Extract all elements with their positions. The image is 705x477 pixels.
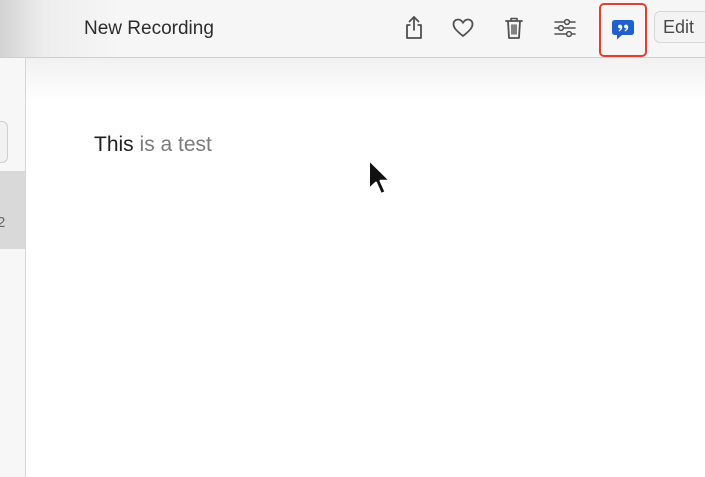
toolbar: New Recording Edit [0, 0, 705, 58]
transcript-button[interactable] [599, 3, 647, 57]
transcript-text[interactable]: This is a test [94, 133, 212, 157]
transcript-spoken-text: This [94, 133, 134, 156]
transcript-pending-text: is a test [133, 133, 212, 156]
sidebar-selected-recording[interactable] [0, 171, 25, 249]
recording-title[interactable]: New Recording [84, 18, 214, 40]
quote-bubble-icon [611, 18, 635, 42]
recordings-sidebar: de 2 [0, 0, 26, 477]
share-button[interactable] [396, 10, 432, 46]
delete-button[interactable] [496, 10, 532, 46]
sidebar-search-field[interactable] [0, 121, 8, 163]
edit-button[interactable]: Edit [654, 11, 705, 43]
trash-icon [504, 16, 524, 40]
content-top-shade [26, 58, 705, 102]
sidebar-item-text: 2 [0, 214, 6, 231]
options-button[interactable] [547, 10, 583, 46]
heart-icon [452, 18, 474, 38]
sliders-icon [554, 18, 576, 38]
share-icon [403, 15, 425, 41]
mouse-pointer-icon [366, 158, 394, 205]
voice-memos-window: de 2 New Recording [0, 0, 705, 477]
favorite-button[interactable] [445, 10, 481, 46]
